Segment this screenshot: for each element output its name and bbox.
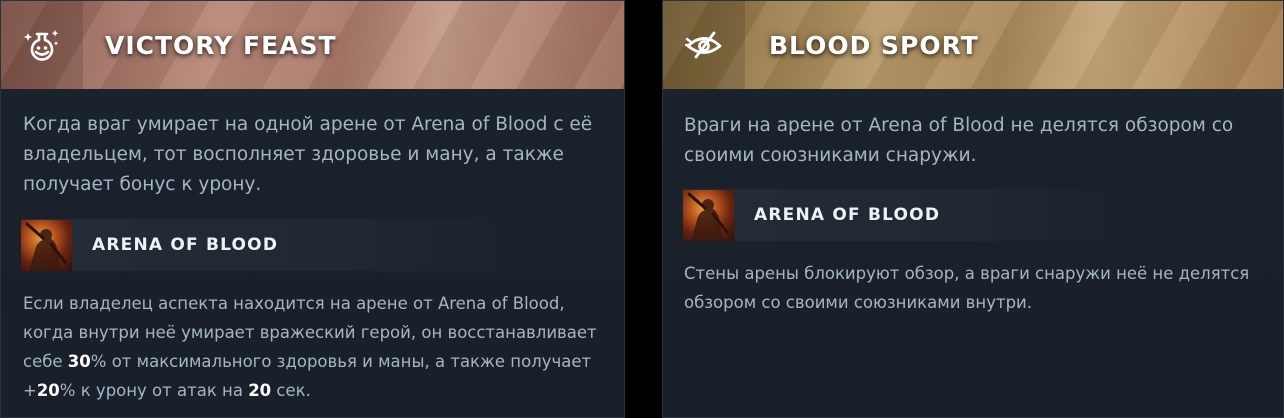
facet-title: VICTORY FEAST — [105, 30, 337, 60]
ability-details: Стены арены блокируют обзор, а враги сна… — [684, 264, 1250, 312]
details-text: сек. — [271, 381, 311, 400]
potion-sparkle-icon — [1, 1, 83, 89]
ability-name: ARENA OF BLOOD — [754, 205, 941, 225]
ability-details: Если владелец аспекта находится на арене… — [23, 289, 613, 405]
arena-of-blood-icon — [21, 219, 72, 271]
facet-title: BLOOD SPORT — [769, 30, 979, 60]
blind-eye-icon — [663, 1, 745, 89]
arena-of-blood-icon — [683, 189, 734, 241]
facet-description: Когда враг умирает на одной арене от Are… — [23, 114, 593, 195]
facet-card-blood-sport: BLOOD SPORT Враги на арене от Arena of B… — [662, 0, 1284, 418]
ability-row[interactable]: ARENA OF BLOOD — [683, 189, 1143, 241]
facet-description: Враги на арене от Arena of Blood не деля… — [684, 115, 1234, 166]
damage-percent-value: 20 — [36, 381, 60, 400]
facet-header: VICTORY FEAST — [1, 1, 624, 89]
duration-value: 20 — [248, 381, 272, 400]
ability-row[interactable]: ARENA OF BLOOD — [21, 219, 541, 271]
facet-header: BLOOD SPORT — [663, 1, 1283, 89]
heal-percent-value: 30 — [67, 352, 91, 371]
details-text: % к урону от атак на — [59, 381, 249, 400]
facet-card-victory-feast: VICTORY FEAST Когда враг умирает на одно… — [0, 0, 625, 418]
ability-name: ARENA OF BLOOD — [92, 235, 279, 255]
